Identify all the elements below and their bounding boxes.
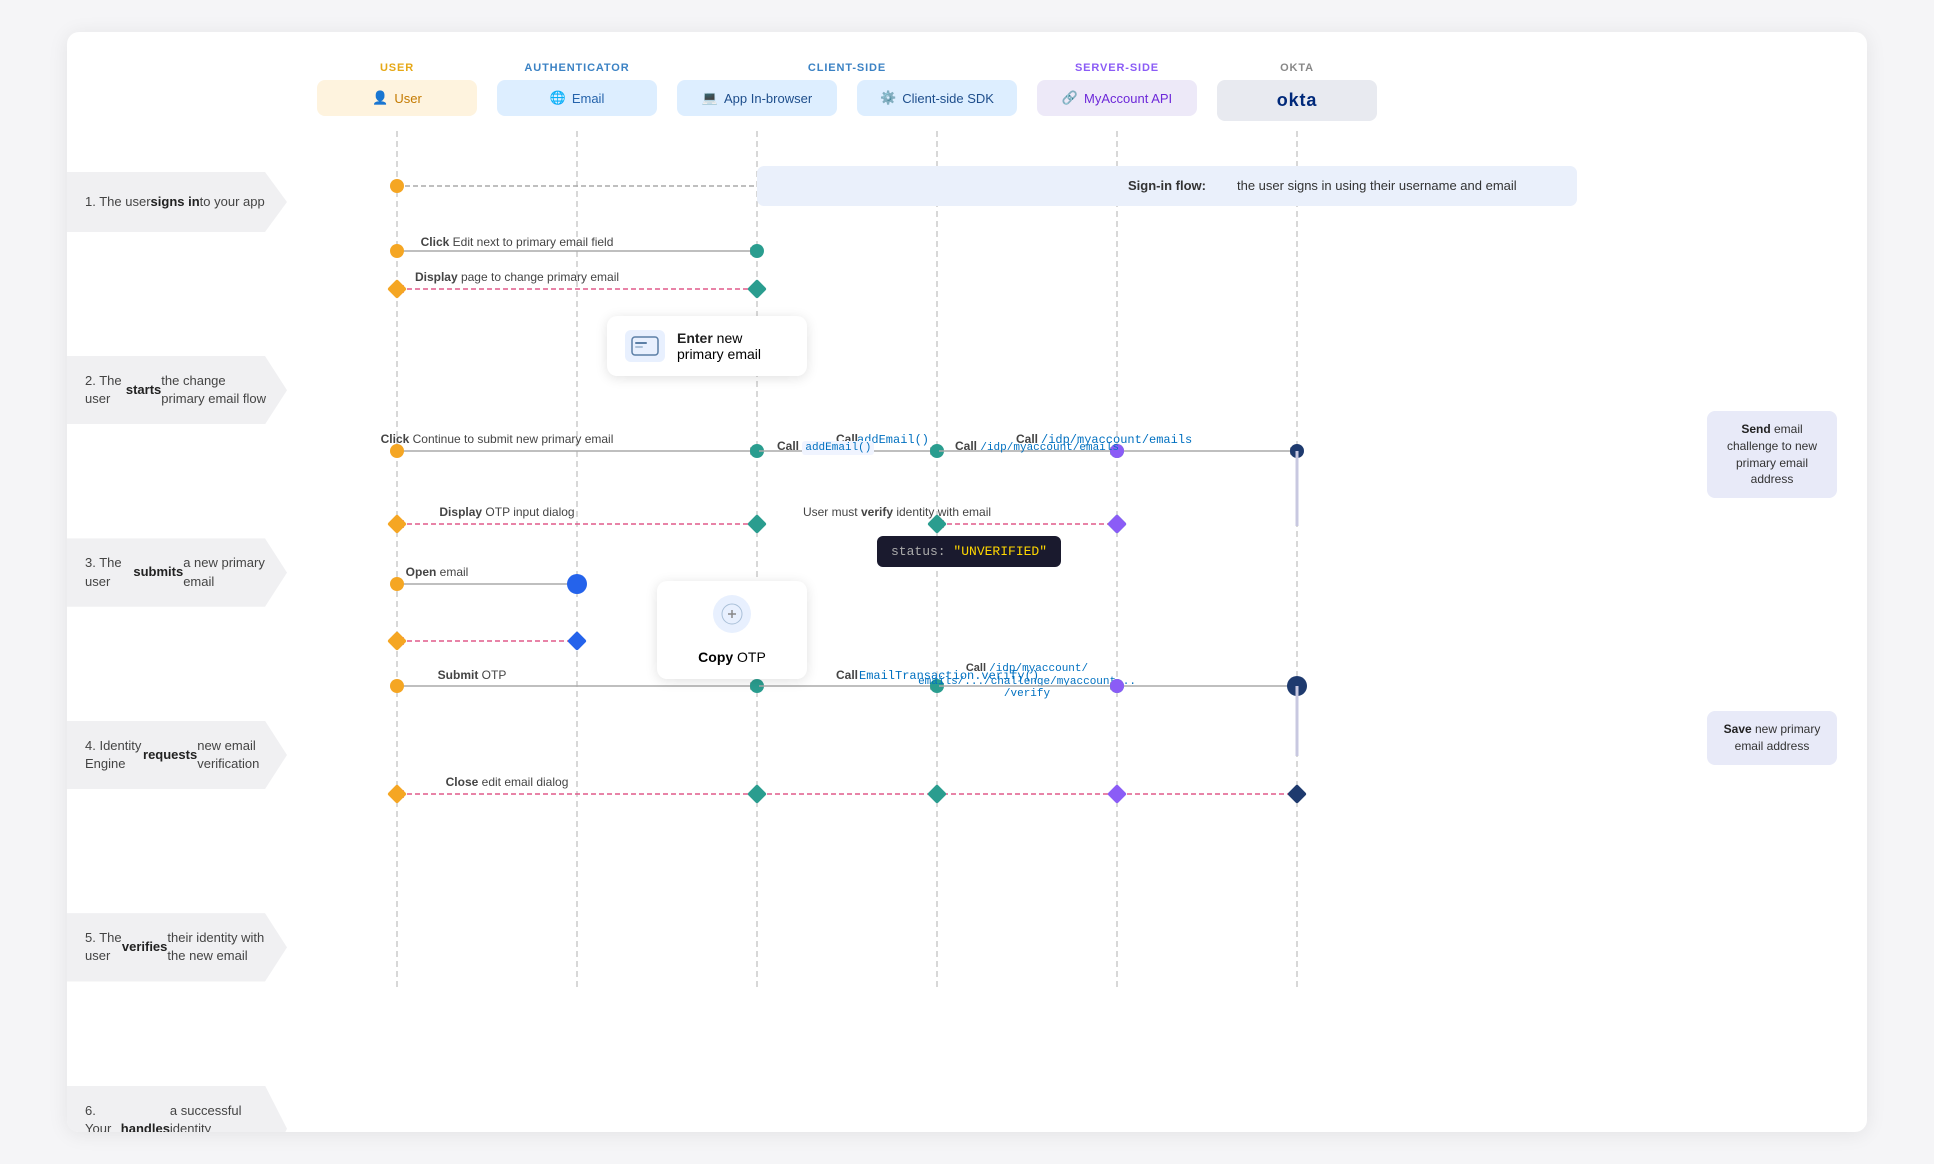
status-key: status: bbox=[891, 544, 953, 559]
col-appbrowser: 💻 App In-browser bbox=[677, 80, 837, 116]
sidebar-step-5: 5. The user verifies their identity with… bbox=[67, 913, 287, 981]
group-label-client-side: CLIENT-SIDE bbox=[677, 62, 1017, 74]
diagram-area: Sign-in flow: the user signs in using th… bbox=[317, 131, 1847, 991]
svg-text:Display OTP input dialog: Display OTP input dialog bbox=[439, 505, 574, 519]
status-badge: status: "UNVERIFIED" bbox=[877, 536, 1061, 567]
enter-email-text: Enter newprimary email bbox=[677, 330, 761, 362]
sidebar: 1. The user signs in to your app 2. The … bbox=[67, 172, 287, 1132]
send-email-challenge-box: Send email challenge to new primary emai… bbox=[1707, 411, 1837, 498]
copy-icon bbox=[713, 595, 751, 633]
appbrowser-icon: 💻 bbox=[702, 90, 718, 106]
group-label-okta: OKTA bbox=[1217, 62, 1377, 74]
svg-text:Open email: Open email bbox=[406, 565, 469, 579]
call-idp-emails-label: Call /idp/myaccount/emails bbox=[955, 439, 1119, 454]
copy-otp-box: Copy OTP bbox=[657, 581, 807, 679]
group-label-server-side: SERVER-SIDE bbox=[1037, 62, 1197, 74]
group-label-user: USER bbox=[317, 62, 477, 74]
col-clientsdk: ⚙️ Client-side SDK bbox=[857, 80, 1017, 116]
main-content: USER 👤 User AUTHENTICATOR 🌐 Email CLIENT… bbox=[317, 62, 1847, 991]
svg-text:Click Continue to submit new p: Click Continue to submit new primary ema… bbox=[381, 432, 614, 446]
svg-text:Display page to change primary: Display page to change primary email bbox=[415, 270, 619, 284]
col-myaccount: 🔗 MyAccount API bbox=[1037, 80, 1197, 116]
svg-text:/verify: /verify bbox=[1004, 688, 1051, 700]
okta-logo-text: okta bbox=[1277, 90, 1318, 111]
enter-email-box: Enter newprimary email bbox=[607, 316, 807, 376]
group-label-authenticator: AUTHENTICATOR bbox=[497, 62, 657, 74]
svg-text:User must verify identity with: User must verify identity with email bbox=[803, 505, 991, 519]
email-input-icon bbox=[625, 330, 665, 362]
svg-text:Call /idp/myaccount/: Call /idp/myaccount/ bbox=[966, 662, 1088, 675]
myaccount-icon: 🔗 bbox=[1062, 90, 1078, 106]
diagram-svg: Sign-in flow: the user signs in using th… bbox=[317, 131, 1867, 991]
sidebar-step-1: 1. The user signs in to your app bbox=[67, 172, 287, 232]
sidebar-step-3: 3. The user submits a new primary email bbox=[67, 538, 287, 606]
user-icon: 👤 bbox=[372, 90, 388, 106]
clientsdk-icon: ⚙️ bbox=[880, 90, 896, 106]
save-primary-email-box: Save new primary email address bbox=[1707, 711, 1837, 765]
col-okta: okta bbox=[1217, 80, 1377, 121]
call-addEmail-label: Call addEmail() bbox=[777, 439, 874, 454]
svg-text:Call: Call bbox=[836, 668, 858, 682]
col-user: 👤 User bbox=[317, 80, 477, 116]
status-val: "UNVERIFIED" bbox=[953, 544, 1047, 559]
svg-text:Submit OTP: Submit OTP bbox=[438, 668, 507, 682]
sidebar-step-2: 2. The user starts the change primary em… bbox=[67, 356, 287, 424]
col-email: 🌐 Email bbox=[497, 80, 657, 116]
svg-text:Sign-in flow:: Sign-in flow: bbox=[1128, 178, 1206, 193]
svg-text:Close edit email dialog: Close edit email dialog bbox=[446, 775, 569, 789]
svg-text:the user signs in using their: the user signs in using their username a… bbox=[1237, 178, 1517, 193]
sidebar-step-4: 4. Identity Engine requests new email ve… bbox=[67, 721, 287, 789]
sidebar-step-6: 6. Your app handles a successful identit… bbox=[67, 1086, 287, 1133]
diagram-container: 1. The user signs in to your app 2. The … bbox=[67, 32, 1867, 1132]
email-globe-icon: 🌐 bbox=[550, 90, 566, 106]
copy-otp-label: Copy OTP bbox=[698, 649, 766, 665]
svg-text:Click Edit next to primary ema: Click Edit next to primary email field bbox=[421, 235, 614, 249]
